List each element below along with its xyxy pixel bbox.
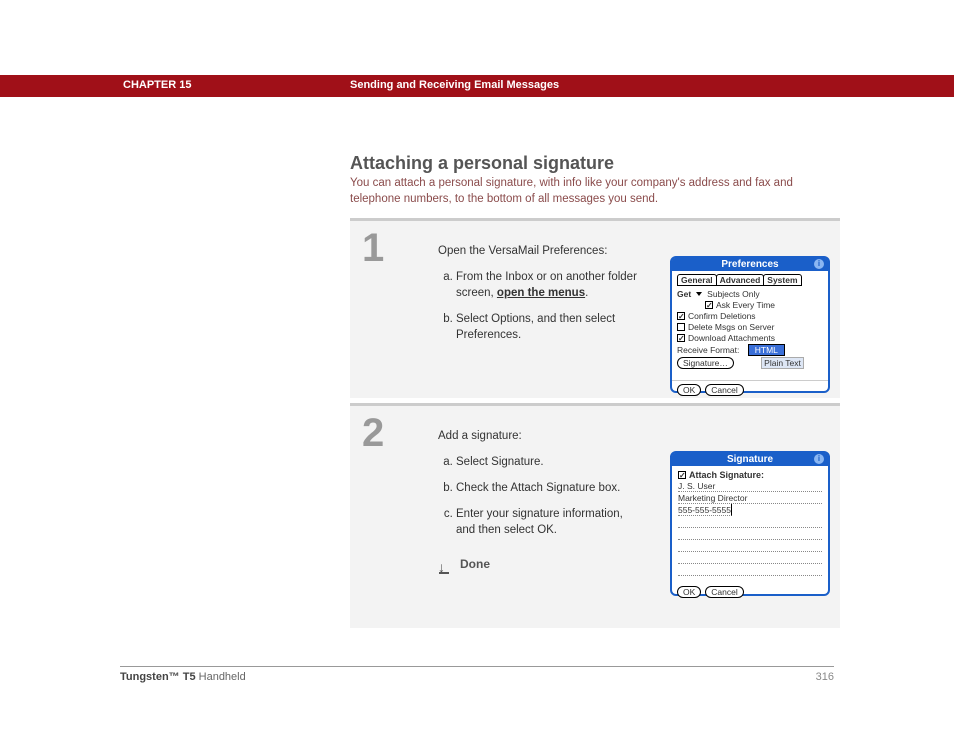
chapter-label: CHAPTER 15 xyxy=(123,79,191,91)
step-2-box: 2 Add a signature: Select Signature. Che… xyxy=(350,403,840,628)
preferences-titlebar: Preferences i xyxy=(672,258,828,271)
chapter-title: Sending and Receiving Email Messages xyxy=(350,79,559,91)
step-1a: From the Inbox or on another folder scre… xyxy=(456,269,638,301)
sig-line-8[interactable] xyxy=(678,564,822,576)
done-row: Done xyxy=(438,556,638,573)
dropdown-icon[interactable] xyxy=(696,292,702,296)
page-footer: Tungsten™ T5 Handheld 316 xyxy=(120,666,834,683)
step-1b: Select Options, and then select Preferen… xyxy=(456,311,638,343)
open-menus-link[interactable]: open the menus xyxy=(497,287,585,299)
info-icon[interactable]: i xyxy=(814,259,824,269)
confirm-label: Confirm Deletions xyxy=(688,311,756,321)
step-2-number: 2 xyxy=(362,411,384,456)
preferences-title: Preferences xyxy=(721,259,778,270)
step-1a-post: . xyxy=(585,287,588,299)
ok-button[interactable]: OK xyxy=(677,586,701,598)
preferences-screenshot: Preferences i General Advanced System Ge… xyxy=(670,256,830,393)
plaintext-option[interactable]: Plain Text xyxy=(761,357,804,369)
step-1-text: Open the VersaMail Preferences: From the… xyxy=(438,243,638,353)
sig-line-6[interactable] xyxy=(678,540,822,552)
confirm-checkbox[interactable] xyxy=(677,312,685,320)
tab-advanced[interactable]: Advanced xyxy=(716,274,765,286)
done-label: Done xyxy=(460,556,490,573)
get-label: Get xyxy=(677,289,691,299)
ask-checkbox[interactable] xyxy=(705,301,713,309)
delete-checkbox[interactable] xyxy=(677,323,685,331)
signature-titlebar: Signature i xyxy=(672,453,828,466)
sig-line-3[interactable]: 555-555-5555 xyxy=(678,504,732,516)
tab-system[interactable]: System xyxy=(763,274,801,286)
ok-button[interactable]: OK xyxy=(677,384,701,396)
prefs-tabs: General Advanced System xyxy=(677,274,823,286)
sig-line-7[interactable] xyxy=(678,552,822,564)
cancel-button[interactable]: Cancel xyxy=(705,586,743,598)
subjects-only-option[interactable]: Subjects Only xyxy=(707,289,759,299)
tab-general[interactable]: General xyxy=(677,274,717,286)
sig-line-2[interactable]: Marketing Director xyxy=(678,492,822,504)
step-2-text: Add a signature: Select Signature. Check… xyxy=(438,428,638,573)
step-2b: Check the Attach Signature box. xyxy=(456,480,638,496)
chapter-header-bar: CHAPTER 15 Sending and Receiving Email M… xyxy=(0,75,954,97)
step-2c: Enter your signature information, and th… xyxy=(456,506,638,538)
attach-signature-label: Attach Signature: xyxy=(689,470,764,480)
step-2-lead: Add a signature: xyxy=(438,428,638,444)
product-name: Tungsten™ T5 Handheld xyxy=(120,671,246,683)
step-2a: Select Signature. xyxy=(456,454,638,470)
sig-line-4[interactable] xyxy=(678,516,822,528)
info-icon[interactable]: i xyxy=(814,454,824,464)
section-heading: Attaching a personal signature xyxy=(350,153,614,174)
receive-format-label: Receive Format: xyxy=(677,345,739,355)
section-intro: You can attach a personal signature, wit… xyxy=(350,175,820,207)
step-1-lead: Open the VersaMail Preferences: xyxy=(438,243,638,259)
step-1-number: 1 xyxy=(362,226,384,271)
signature-title: Signature xyxy=(727,454,773,465)
done-arrow-icon xyxy=(438,558,452,572)
html-option[interactable]: HTML xyxy=(748,344,785,356)
signature-screenshot: Signature i Attach Signature: J. S. User… xyxy=(670,451,830,596)
cancel-button[interactable]: Cancel xyxy=(705,384,743,396)
step-1-box: 1 Open the VersaMail Preferences: From t… xyxy=(350,218,840,398)
sig-line-5[interactable] xyxy=(678,528,822,540)
signature-button[interactable]: Signature… xyxy=(677,357,734,369)
download-checkbox[interactable] xyxy=(677,334,685,342)
download-label: Download Attachments xyxy=(688,333,775,343)
attach-signature-checkbox[interactable] xyxy=(678,471,686,479)
ask-label: Ask Every Time xyxy=(716,300,775,310)
page-number: 316 xyxy=(816,671,834,683)
delete-label: Delete Msgs on Server xyxy=(688,322,774,332)
sig-line-1[interactable]: J. S. User xyxy=(678,480,822,492)
